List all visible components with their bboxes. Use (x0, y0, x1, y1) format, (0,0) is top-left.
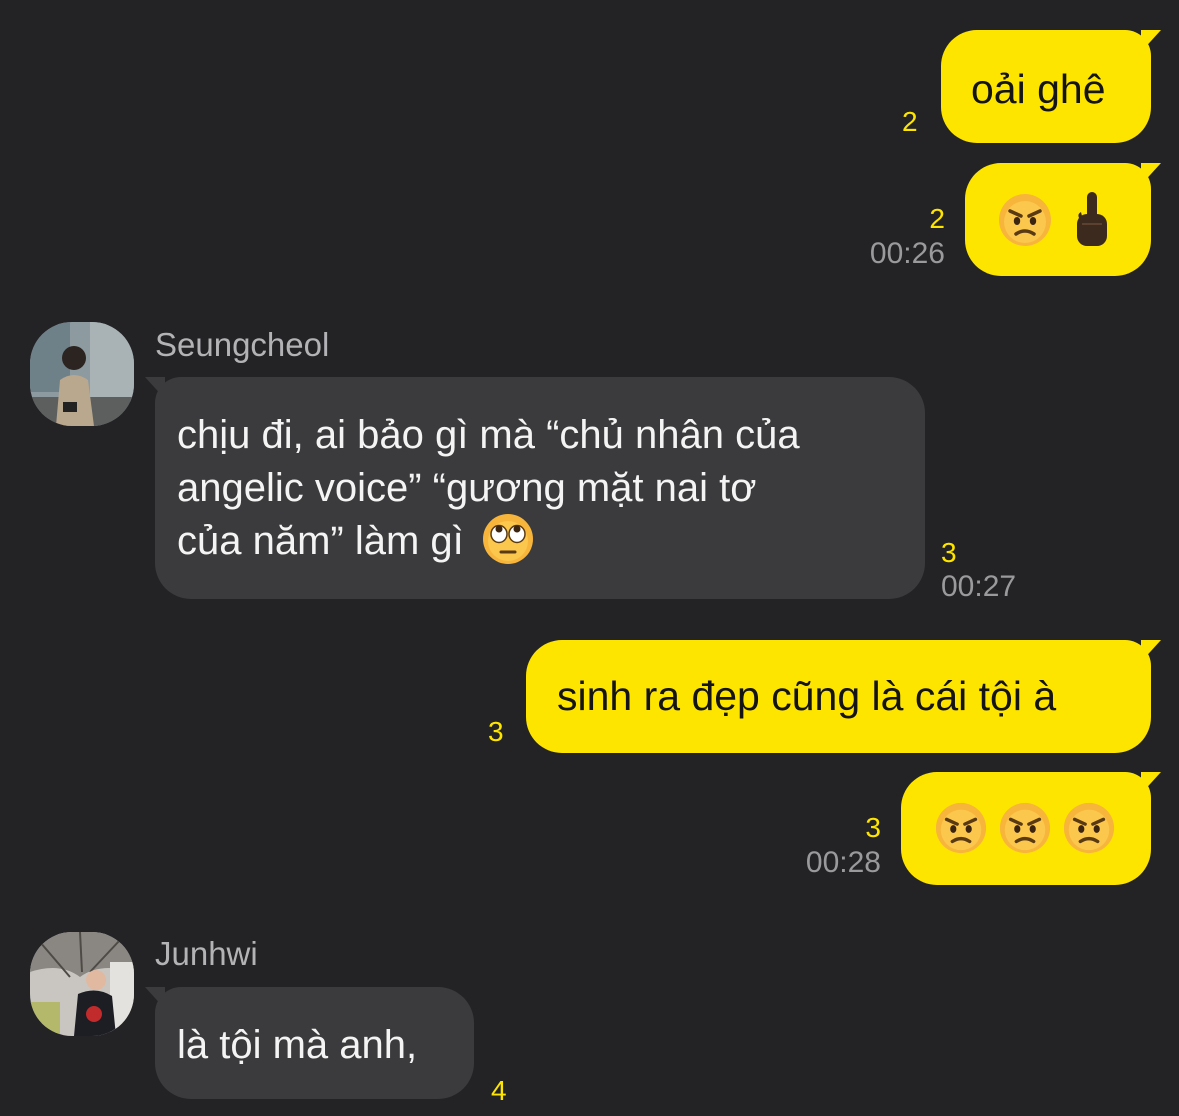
incoming-message-bubble[interactable]: là tội mà anh, (145, 987, 474, 1099)
unread-count: 2 (902, 106, 918, 137)
avatar-photo (30, 932, 134, 1036)
message-timestamp: 00:26 (869, 237, 945, 270)
message-line: của năm” làm gì (177, 514, 903, 568)
rolling-eyes-face-icon (482, 514, 533, 565)
outgoing-emoji-bubble[interactable] (965, 163, 1161, 276)
angry-face-icon (1063, 803, 1115, 854)
angry-face-icon (999, 194, 1051, 246)
avatar-junhwi[interactable] (30, 932, 134, 1036)
unread-count: 3 (941, 537, 957, 568)
angry-face-icon (935, 803, 987, 854)
outgoing-message-bubble[interactable]: sinh ra đẹp cũng là cái tội à (526, 640, 1161, 753)
avatar-seungcheol[interactable] (30, 322, 134, 426)
sender-name: Junhwi (155, 935, 258, 972)
unread-count: 4 (491, 1075, 507, 1106)
message-line: chịu đi, ai bảo gì mà “chủ nhân của (177, 413, 800, 457)
message-line: angelic voice” “gương mặt nai tơ (177, 466, 757, 510)
outgoing-message-bubble[interactable]: oải ghê (941, 30, 1161, 143)
unread-count: 2 (929, 203, 945, 234)
sender-name: Seungcheol (155, 326, 330, 363)
message-text: sinh ra đẹp cũng là cái tội à (557, 673, 1057, 719)
message-timestamp: 00:27 (941, 570, 1017, 603)
avatar-photo (30, 322, 134, 426)
incoming-message-bubble[interactable]: chịu đi, ai bảo gì mà “chủ nhân của ange… (145, 377, 925, 599)
angry-face-icon (999, 803, 1051, 854)
middle-finger-icon (1077, 192, 1108, 246)
unread-count: 3 (488, 716, 504, 747)
chat-screen: oải ghê 2 2 00:26 Seungcheol chịu đi, ai… (0, 0, 1179, 1116)
unread-count: 3 (865, 812, 881, 843)
outgoing-emoji-bubble[interactable] (901, 772, 1161, 885)
message-text: oải ghê (971, 66, 1106, 112)
message-text: là tội mà anh, (177, 1023, 418, 1067)
message-timestamp: 00:28 (805, 846, 881, 879)
